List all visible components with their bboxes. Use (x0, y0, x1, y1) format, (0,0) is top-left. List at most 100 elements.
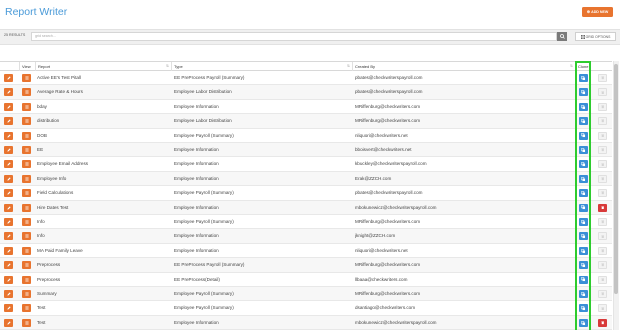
edit-button[interactable] (4, 131, 13, 140)
clone-button[interactable] (579, 232, 588, 241)
edit-button[interactable] (4, 275, 13, 284)
clone-button[interactable] (579, 146, 588, 154)
table-row[interactable]: Active EE's Test Pitall EE PreProcess Pay… (0, 71, 612, 86)
view-button[interactable] (22, 74, 31, 82)
edit-button[interactable] (4, 218, 13, 226)
edit-button[interactable] (4, 318, 13, 327)
edit-button[interactable] (4, 146, 13, 154)
clone-button[interactable] (579, 246, 588, 255)
edit-button[interactable] (4, 261, 13, 270)
table-row[interactable]: Preprocess EE PreProcess Payroll (Summary… (0, 258, 612, 273)
view-button[interactable] (22, 174, 31, 183)
table-row[interactable]: MA Paid Family Leave Employee Information… (0, 244, 612, 259)
edit-button[interactable] (4, 117, 13, 126)
view-button[interactable] (22, 117, 31, 126)
table-row[interactable]: bday Employee Information MRiffenburg@chec… (0, 100, 612, 115)
edit-button[interactable] (4, 189, 13, 198)
table-row[interactable]: Employee Info Employee Information Erak@ZZ… (0, 171, 612, 187)
clone-button[interactable] (579, 290, 588, 298)
clone-button[interactable] (579, 261, 588, 270)
delete-button[interactable] (598, 290, 607, 298)
search-button[interactable] (557, 32, 567, 41)
view-button[interactable] (22, 203, 31, 212)
table-row[interactable]: Test Employee Payroll (Summary) dsantiago@… (0, 301, 612, 316)
column-header-clone[interactable]: Clone (575, 62, 593, 71)
table-row[interactable]: Average Rate & Hours Employee Labor Distr… (0, 85, 612, 100)
view-button[interactable] (22, 218, 31, 226)
edit-button[interactable] (4, 203, 13, 212)
column-header-view[interactable]: View (19, 62, 35, 71)
scrollbar-thumb[interactable] (614, 64, 618, 294)
clone-button[interactable] (579, 304, 588, 313)
grid-options-button[interactable]: GRID OPTIONS (575, 32, 616, 41)
delete-button[interactable] (598, 102, 607, 111)
delete-button[interactable] (598, 189, 607, 198)
clone-button[interactable] (579, 189, 588, 198)
delete-button[interactable] (598, 74, 607, 82)
edit-button[interactable] (4, 174, 13, 183)
table-row[interactable]: Preprocess EE PreProcess(Detail) llbaaa@ch… (0, 273, 612, 287)
view-button[interactable] (22, 88, 31, 97)
table-row[interactable]: Employee Email Address Employee Informati… (0, 157, 612, 172)
clone-button[interactable] (579, 275, 588, 284)
column-header-report[interactable]: Report (35, 62, 171, 71)
edit-button[interactable] (4, 290, 13, 298)
add-new-button[interactable]: ⊕ ADD NEW (582, 7, 613, 17)
delete-button[interactable] (598, 232, 607, 241)
edit-button[interactable] (4, 304, 13, 313)
view-button[interactable] (22, 318, 31, 327)
view-button[interactable] (22, 304, 31, 313)
clone-button[interactable] (579, 117, 588, 126)
clone-button[interactable] (579, 102, 588, 111)
delete-button[interactable] (598, 246, 607, 255)
delete-button[interactable] (598, 261, 607, 270)
delete-button[interactable] (598, 174, 607, 183)
delete-button[interactable] (598, 275, 607, 284)
view-button[interactable] (22, 261, 31, 270)
column-header-created-by[interactable]: Created By (352, 62, 575, 71)
view-button[interactable] (22, 232, 31, 241)
delete-button[interactable] (598, 160, 607, 169)
view-button[interactable] (22, 160, 31, 169)
clone-button[interactable] (579, 74, 588, 82)
table-row[interactable]: distribution Employee Labor Distribution M… (0, 114, 612, 129)
clone-button[interactable] (579, 203, 588, 212)
view-button[interactable] (22, 146, 31, 154)
view-button[interactable] (22, 290, 31, 298)
edit-button[interactable] (4, 88, 13, 97)
view-button[interactable] (22, 246, 31, 255)
view-button[interactable] (22, 102, 31, 111)
table-row[interactable]: Summary Employee Payroll (Summary) MRiffen… (0, 287, 612, 302)
view-button[interactable] (22, 189, 31, 198)
delete-button[interactable] (598, 88, 607, 97)
clone-button[interactable] (579, 318, 588, 327)
grid-search-input[interactable]: grid search... (31, 32, 557, 41)
table-row[interactable]: Hire Dates Test Employee Information mboku… (0, 200, 612, 215)
table-row[interactable]: Field Calculations Employee Payroll (Summ… (0, 186, 612, 201)
edit-button[interactable] (4, 102, 13, 111)
delete-button[interactable] (598, 318, 607, 327)
table-row[interactable]: Info Employee Information jknight@ZZCH.com (0, 229, 612, 244)
edit-button[interactable] (4, 232, 13, 241)
clone-button[interactable] (579, 160, 588, 169)
delete-button[interactable] (598, 117, 607, 126)
edit-button[interactable] (4, 246, 13, 255)
view-button[interactable] (22, 131, 31, 140)
table-row[interactable]: EE Employee Information bboisvert@checkwri… (0, 143, 612, 158)
delete-button[interactable] (598, 304, 607, 313)
edit-button[interactable] (4, 74, 13, 82)
table-row[interactable]: Info Employee Payroll (Summary) MRiffenbur… (0, 215, 612, 230)
delete-button[interactable] (598, 131, 607, 140)
table-row[interactable]: DOB Employee Payroll (Summary) nliquori@ch… (0, 129, 612, 143)
delete-button[interactable] (598, 146, 607, 154)
clone-button[interactable] (579, 174, 588, 183)
clone-button[interactable] (579, 218, 588, 226)
clone-button[interactable] (579, 131, 588, 140)
column-header-type[interactable]: Type (171, 62, 352, 71)
clone-button[interactable] (579, 88, 588, 97)
delete-button[interactable] (598, 203, 607, 212)
edit-button[interactable] (4, 160, 13, 169)
view-button[interactable] (22, 275, 31, 284)
table-row[interactable]: Test Employee Information mbokunewicz@chec… (0, 315, 612, 330)
delete-button[interactable] (598, 218, 607, 226)
